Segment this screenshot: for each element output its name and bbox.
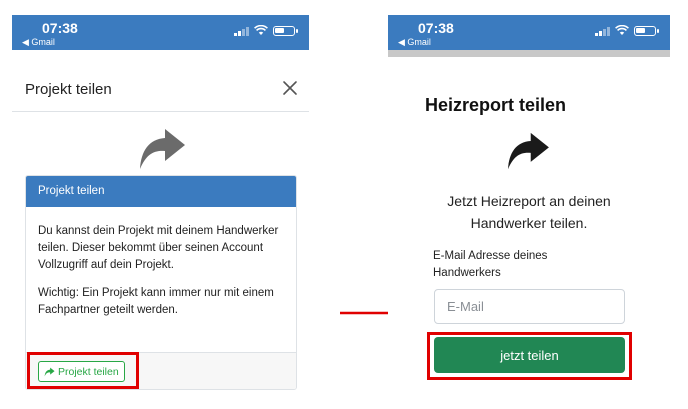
- email-field-label: E-Mail Adresse deines Handwerkers: [433, 248, 547, 282]
- page-title: Heizreport teilen: [425, 95, 567, 115]
- modal-header: Projekt teilen: [12, 50, 309, 112]
- header-divider: [388, 50, 670, 57]
- card-body: Du kannst dein Projekt mit deinem Handwe…: [26, 207, 296, 319]
- close-icon[interactable]: [281, 79, 299, 97]
- left-phone-screen: 07:38 ◀ Gmail Projekt teilen Projekt tei…: [12, 15, 309, 395]
- signal-icon: [234, 26, 249, 36]
- highlight-share-now-button: [427, 332, 632, 380]
- back-to-gmail-link[interactable]: ◀ Gmail: [398, 37, 431, 48]
- battery-icon: [273, 26, 298, 36]
- status-icons: [234, 25, 298, 36]
- wifi-icon: [254, 25, 268, 35]
- battery-icon: [634, 26, 659, 36]
- highlight-share-project-button: [27, 352, 139, 389]
- wifi-icon: [615, 25, 629, 35]
- modal-title: Projekt teilen: [25, 81, 112, 98]
- back-to-gmail-link[interactable]: ◀ Gmail: [22, 37, 55, 48]
- share-subtitle: Jetzt Heizreport an deinen Handwerker te…: [388, 190, 670, 234]
- share-arrow-icon: [508, 132, 549, 170]
- status-time: 07:38: [418, 20, 454, 36]
- card-paragraph-info: Du kannst dein Projekt mit deinem Handwe…: [38, 225, 279, 271]
- card-paragraph-important: Wichtig: Ein Projekt kann immer nur mit …: [38, 287, 274, 316]
- status-bar: 07:38 ◀ Gmail: [12, 15, 309, 50]
- status-time: 07:38: [42, 20, 78, 36]
- card-header: Projekt teilen: [26, 176, 296, 207]
- share-subtitle-line-2: Handwerker teilen.: [470, 215, 588, 231]
- signal-icon: [595, 26, 610, 36]
- share-subtitle-line-1: Jetzt Heizreport an deinen: [447, 193, 611, 209]
- email-label-line-1: E-Mail Adresse deines: [433, 250, 548, 262]
- email-label-line-2: Handwerkers: [433, 267, 501, 279]
- email-field[interactable]: [434, 289, 625, 324]
- share-arrow-icon: [140, 129, 185, 169]
- status-bar: 07:38 ◀ Gmail: [388, 15, 670, 50]
- status-icons: [595, 25, 659, 36]
